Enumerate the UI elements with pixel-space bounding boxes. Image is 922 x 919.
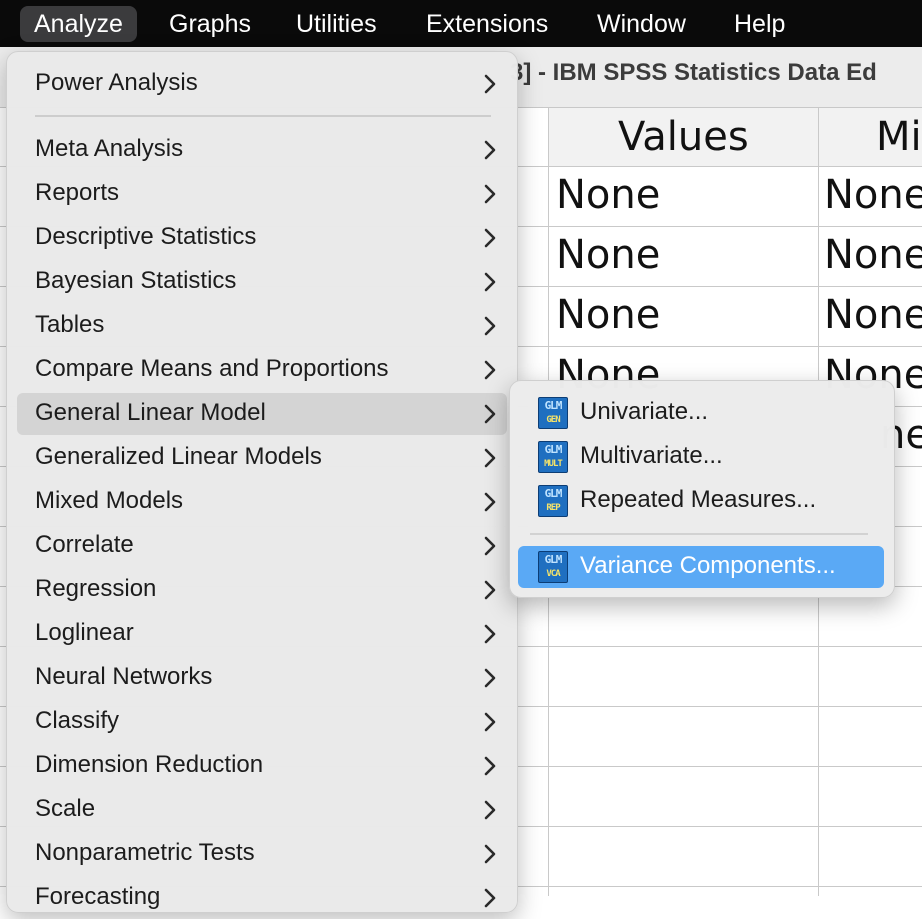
menu-item-forecasting[interactable]: Forecasting xyxy=(17,877,507,919)
menu-item-label: Meta Analysis xyxy=(35,135,184,162)
grid-cell[interactable]: None xyxy=(824,172,922,218)
menu-item-label: Loglinear xyxy=(35,619,134,646)
menu-item-compare-means[interactable]: Compare Means and Proportions xyxy=(17,349,507,391)
chevron-right-icon xyxy=(484,580,496,600)
chevron-right-icon xyxy=(484,228,496,248)
column-header-label: Values xyxy=(618,114,749,160)
menu-item-meta-analysis[interactable]: Meta Analysis xyxy=(17,129,507,171)
chevron-right-icon xyxy=(484,536,496,556)
menu-item-label: Scale xyxy=(35,795,96,822)
grid-cell[interactable]: None xyxy=(824,232,922,278)
glm-gen-icon: GLM GEN xyxy=(538,397,568,429)
chevron-right-icon xyxy=(484,756,496,776)
menu-item-dimension-reduction[interactable]: Dimension Reduction xyxy=(17,745,507,787)
column-header-label: Mi xyxy=(876,114,922,160)
submenu-item-label: Multivariate... xyxy=(580,442,723,469)
menu-item-label: Bayesian Statistics xyxy=(35,267,237,294)
submenu-item-repeated-measures[interactable]: GLM REP Repeated Measures... xyxy=(518,480,884,522)
menu-item-label: Compare Means and Proportions xyxy=(35,355,389,382)
menubar-help[interactable]: Help xyxy=(734,6,785,42)
menu-item-neural-networks[interactable]: Neural Networks xyxy=(17,657,507,699)
column-header-values[interactable]: Values xyxy=(548,108,818,167)
menu-separator xyxy=(35,115,491,117)
analyze-menu: Power Analysis Meta Analysis Reports Des… xyxy=(6,51,518,913)
menu-item-label: General Linear Model xyxy=(35,399,266,426)
chevron-right-icon xyxy=(484,668,496,688)
menu-item-label: Regression xyxy=(35,575,157,602)
menu-item-power-analysis[interactable]: Power Analysis xyxy=(17,63,507,105)
menubar-extensions[interactable]: Extensions xyxy=(426,6,548,42)
general-linear-model-submenu: GLM GEN Univariate... GLM MULT Multivari… xyxy=(509,380,895,598)
menu-item-bayesian-statistics[interactable]: Bayesian Statistics xyxy=(17,261,507,303)
menu-item-label: Reports xyxy=(35,179,120,206)
glm-vca-icon: GLM VCA xyxy=(538,551,568,583)
chevron-right-icon xyxy=(484,404,496,424)
chevron-right-icon xyxy=(484,624,496,644)
menu-item-descriptive-statistics[interactable]: Descriptive Statistics xyxy=(17,217,507,259)
menu-item-scale[interactable]: Scale xyxy=(17,789,507,831)
menu-item-label: Power Analysis xyxy=(35,69,198,96)
grid-cell[interactable]: None xyxy=(556,172,660,218)
menubar-graphs[interactable]: Graphs xyxy=(169,6,251,42)
chevron-right-icon xyxy=(484,844,496,864)
menu-item-general-linear-model[interactable]: General Linear Model xyxy=(17,393,507,435)
chevron-right-icon xyxy=(484,888,496,908)
window-title: 3] - IBM SPSS Statistics Data Ed xyxy=(510,59,877,86)
menu-item-label: Tables xyxy=(35,311,105,338)
chevron-right-icon xyxy=(484,360,496,380)
glm-rep-icon: GLM REP xyxy=(538,485,568,517)
submenu-item-multivariate[interactable]: GLM MULT Multivariate... xyxy=(518,436,884,478)
menu-item-label: Dimension Reduction xyxy=(35,751,264,778)
menubar-utilities[interactable]: Utilities xyxy=(296,6,377,42)
grid-cell[interactable]: None xyxy=(556,292,660,338)
menu-item-label: Neural Networks xyxy=(35,663,213,690)
chevron-right-icon xyxy=(484,74,496,94)
submenu-item-univariate[interactable]: GLM GEN Univariate... xyxy=(518,392,884,434)
chevron-right-icon xyxy=(484,272,496,292)
chevron-right-icon xyxy=(484,800,496,820)
menu-item-generalized-linear-models[interactable]: Generalized Linear Models xyxy=(17,437,507,479)
submenu-item-label: Repeated Measures... xyxy=(580,486,817,513)
menubar-analyze[interactable]: Analyze xyxy=(20,6,137,42)
chevron-right-icon xyxy=(484,492,496,512)
menu-item-correlate[interactable]: Correlate xyxy=(17,525,507,567)
grid-cell[interactable]: None xyxy=(556,232,660,278)
menu-item-mixed-models[interactable]: Mixed Models xyxy=(17,481,507,523)
column-header-missing[interactable]: Mi xyxy=(818,108,922,167)
menu-item-label: Correlate xyxy=(35,531,134,558)
submenu-item-label: Variance Components... xyxy=(580,552,836,579)
menu-item-label: Mixed Models xyxy=(35,487,184,514)
menu-item-reports[interactable]: Reports xyxy=(17,173,507,215)
submenu-item-label: Univariate... xyxy=(580,398,709,425)
menu-item-nonparametric-tests[interactable]: Nonparametric Tests xyxy=(17,833,507,875)
chevron-right-icon xyxy=(484,184,496,204)
menu-item-label: Generalized Linear Models xyxy=(35,443,322,470)
chevron-right-icon xyxy=(484,448,496,468)
menu-item-label: Nonparametric Tests xyxy=(35,839,255,866)
menu-item-label: Forecasting xyxy=(35,883,161,910)
menu-item-classify[interactable]: Classify xyxy=(17,701,507,743)
menu-item-tables[interactable]: Tables xyxy=(17,305,507,347)
grid-cell[interactable]: None xyxy=(824,292,922,338)
chevron-right-icon xyxy=(484,712,496,732)
submenu-item-variance-components[interactable]: GLM VCA Variance Components... xyxy=(518,546,884,588)
chevron-right-icon xyxy=(484,316,496,336)
submenu-separator xyxy=(530,533,868,535)
glm-mult-icon: GLM MULT xyxy=(538,441,568,473)
menu-bar: Analyze Graphs Utilities Extensions Wind… xyxy=(0,0,922,47)
menu-item-loglinear[interactable]: Loglinear xyxy=(17,613,507,655)
menu-item-label: Descriptive Statistics xyxy=(35,223,257,250)
menu-item-label: Classify xyxy=(35,707,120,734)
menu-item-regression[interactable]: Regression xyxy=(17,569,507,611)
menubar-window[interactable]: Window xyxy=(597,6,686,42)
chevron-right-icon xyxy=(484,140,496,160)
